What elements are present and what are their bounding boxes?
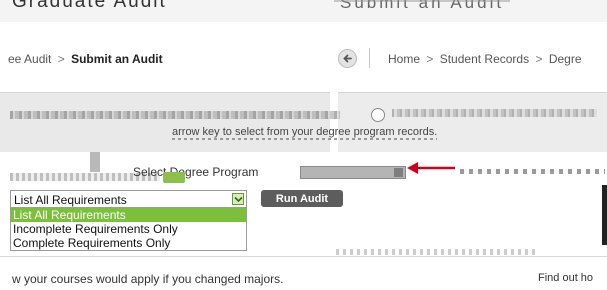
option-complete-only[interactable]: Complete Requirements Only <box>11 236 246 250</box>
find-out-link[interactable]: Find out ho <box>538 272 593 284</box>
help-panel <box>338 92 607 153</box>
breadcrumb-student-records-link[interactable]: Student Records <box>440 52 529 66</box>
run-audit-button[interactable]: Run Audit <box>261 190 343 207</box>
instructions-text-blur <box>10 111 340 119</box>
red-arrow-icon <box>407 162 455 174</box>
breadcrumb-home-link[interactable]: Home <box>388 52 420 66</box>
chevron-down-icon[interactable] <box>232 193 244 205</box>
option-list-all[interactable]: List All Requirements <box>11 208 246 222</box>
decorative-block <box>90 152 100 172</box>
divider <box>0 256 607 257</box>
help-text-blur <box>392 109 597 117</box>
instructions-panel <box>0 92 330 153</box>
breadcrumb-separator: > <box>426 52 434 66</box>
option-incomplete-only[interactable]: Incomplete Requirements Only <box>11 222 246 236</box>
page-title: Submit an Audit <box>71 52 163 66</box>
banner-right-text: Submit an Audit <box>333 0 511 13</box>
audit-type-select[interactable]: List All Requirements <box>10 190 247 208</box>
instruction-tip: arrow key to select from your degree pro… <box>172 126 438 140</box>
banner-left-text: Graduate Audit <box>12 0 167 12</box>
breadcrumb-separator: > <box>535 52 543 66</box>
back-arrow-icon[interactable] <box>338 49 357 68</box>
info-icon <box>371 108 385 122</box>
bottom-text-blur <box>336 249 536 255</box>
window-edge <box>602 185 607 245</box>
site-breadcrumb: Home > Student Records > Degre <box>388 52 582 66</box>
what-if-description: w your courses would apply if you change… <box>12 272 284 286</box>
program-select[interactable] <box>300 166 406 179</box>
program-select-label: Select Degree Program <box>133 165 259 179</box>
breadcrumb-parent-link[interactable]: ee Audit <box>8 52 51 66</box>
program-dropdown-toggle[interactable] <box>163 172 185 183</box>
top-banner: Graduate Audit Submit an Audit <box>0 0 607 22</box>
breadcrumb-separator: > <box>57 52 65 66</box>
breadcrumb-degree-link[interactable]: Degre <box>549 52 582 66</box>
breadcrumb: ee Audit > Submit an Audit <box>8 52 163 66</box>
audit-type-value: List All Requirements <box>14 193 127 207</box>
audit-type-options: List All Requirements Incomplete Require… <box>10 208 247 251</box>
program-row-right-blur <box>460 169 605 174</box>
divider <box>369 48 370 68</box>
